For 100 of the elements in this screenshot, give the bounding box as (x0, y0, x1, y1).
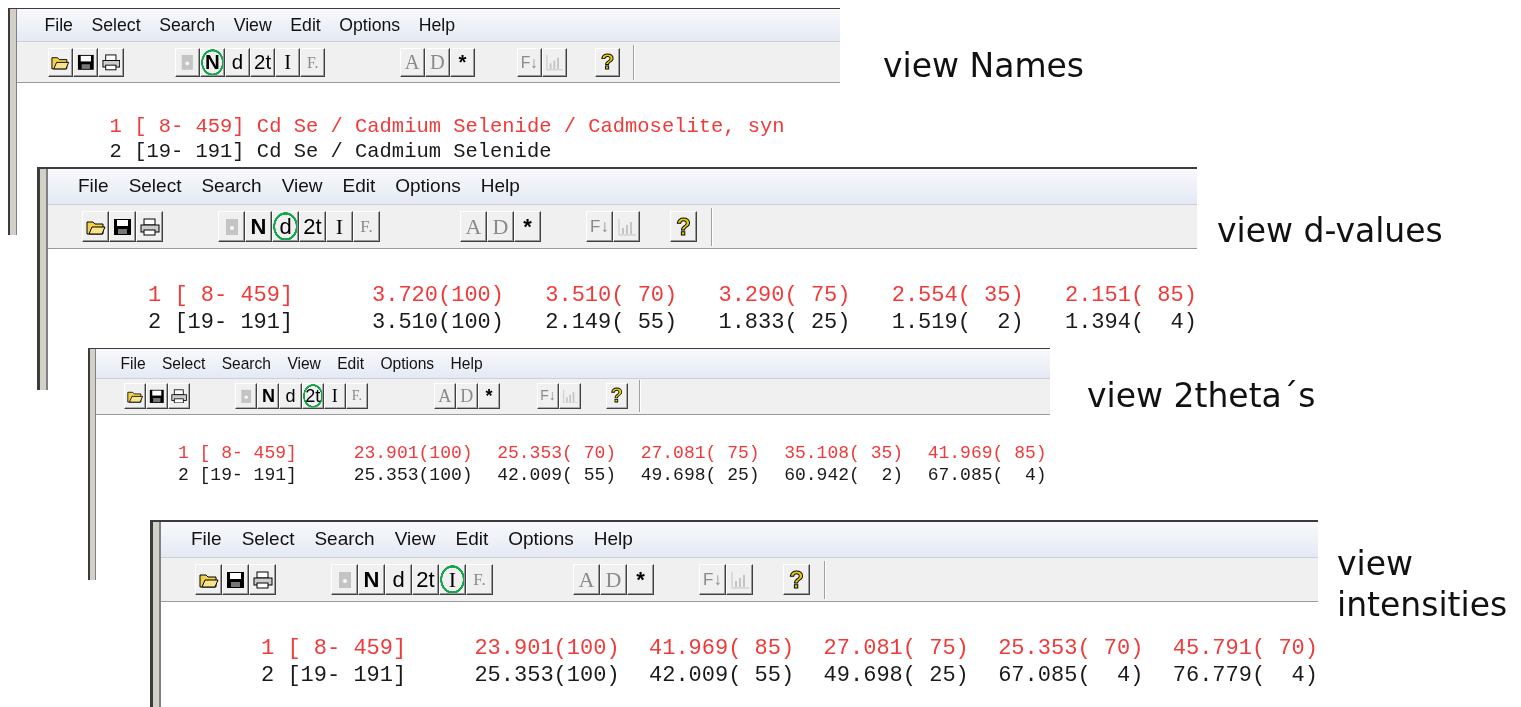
row-number: 2 (177, 463, 189, 486)
peak-value: 25.353(100) (352, 463, 473, 486)
menu-item[interactable]: File (112, 351, 154, 375)
menu-item[interactable]: File (181, 525, 232, 554)
peak-value: 1.519( 2) (890, 309, 1024, 336)
row-number: 1 (177, 441, 189, 464)
toolbar-button[interactable]: * (627, 564, 654, 595)
peak-value: 2.151( 85) (1063, 282, 1197, 309)
peak-value: 23.901(100) (352, 441, 473, 464)
menu-item[interactable]: Help (583, 525, 643, 554)
peak-value: 27.081( 75) (822, 635, 969, 662)
menu-item[interactable]: View (224, 12, 281, 39)
toolbar-button[interactable]: 2t (299, 211, 326, 242)
toolbar-button[interactable] (48, 48, 74, 77)
toolbar-button[interactable] (195, 564, 222, 595)
toolbar-button[interactable]: N (245, 211, 272, 242)
row-number: 2 (148, 309, 162, 336)
toolbar-button[interactable]: d (224, 48, 250, 77)
peak-value: 3.290( 75) (717, 282, 851, 309)
toolbar-button[interactable]: I (323, 383, 346, 409)
menu-item[interactable]: Edit (445, 525, 499, 554)
phase-name: Cd Se / Cadmium Selenide / Cadmoselite, syn (256, 114, 785, 140)
menu-item[interactable]: Help (470, 172, 530, 201)
bar-chart-icon (561, 388, 579, 404)
caption-text: view intensities (1337, 543, 1509, 626)
toolbar-button[interactable] (98, 48, 124, 77)
toolbar-button[interactable]: 2t (412, 564, 439, 595)
card-reference: [ 8- 459] (287, 635, 408, 662)
menu-item[interactable]: Options (372, 351, 443, 375)
menu-item[interactable]: View (384, 525, 446, 554)
menu-item[interactable]: File (35, 12, 83, 39)
peak-value: 41.969( 85) (648, 635, 795, 662)
row-number: 1 (109, 114, 122, 140)
toolbar-button[interactable] (136, 211, 163, 242)
printer-icon (170, 388, 188, 404)
menu-item[interactable]: Search (149, 12, 225, 39)
card-reference: [19- 191] (287, 662, 408, 689)
menu-item[interactable]: Edit (281, 12, 330, 39)
toolbar-button[interactable]: * (477, 383, 500, 409)
row-number: 1 (261, 635, 275, 662)
menu-item[interactable]: Options (385, 172, 471, 201)
toolbar-button[interactable]: I (275, 48, 301, 77)
peak-value: 49.698( 25) (639, 463, 760, 486)
printer-icon (252, 570, 273, 589)
toolbar-button[interactable]: d (385, 564, 412, 595)
toolbar-button[interactable] (73, 48, 99, 77)
peak-value: 3.510(100) (371, 309, 505, 336)
row-number: 2 (261, 662, 275, 689)
toolbar-button[interactable] (123, 383, 146, 409)
peak-value: 23.901(100) (473, 635, 620, 662)
toolbar-button[interactable] (222, 564, 249, 595)
menu-item[interactable]: Select (231, 525, 305, 554)
toolbar-button[interactable]: N (199, 48, 225, 77)
toolbar-button[interactable] (249, 564, 276, 595)
toolbar-button[interactable]: 2t (250, 48, 276, 77)
menu-item[interactable]: Select (118, 172, 192, 201)
peak-value: 67.085( 4) (997, 662, 1144, 689)
menu-item[interactable]: View (279, 351, 330, 375)
peak-value: 67.085( 4) (926, 463, 1047, 486)
caption-text: view d-values (1217, 210, 1443, 252)
card-reference: [ 8- 459] (134, 114, 245, 140)
menu-item[interactable]: Options (498, 525, 584, 554)
menu-item[interactable]: View (271, 172, 333, 201)
menu-item[interactable]: Search (213, 351, 280, 375)
toolbar-button[interactable] (145, 383, 168, 409)
toolbar-button[interactable]: N (358, 564, 385, 595)
toolbar-button[interactable] (109, 211, 136, 242)
card-reference: [19- 191] (134, 139, 245, 165)
printer-icon (101, 54, 121, 71)
menu-item[interactable]: File (68, 172, 119, 201)
menu-item[interactable]: Help (409, 12, 465, 39)
toolbar-button[interactable]: I (439, 564, 466, 595)
toolbar-button[interactable]: d (279, 383, 302, 409)
toolbar-button[interactable]: * (449, 48, 476, 77)
menu-item[interactable]: Edit (332, 172, 386, 201)
menu-item[interactable]: Help (442, 351, 491, 375)
printer-icon (139, 217, 160, 236)
menu-item[interactable]: Options (330, 12, 410, 39)
phase-name: Cd Se / Cadmium Selenide (256, 139, 552, 165)
toolbar-button[interactable]: * (514, 211, 541, 242)
toolbar-button[interactable]: d (272, 211, 299, 242)
peak-value: 3.720(100) (371, 282, 505, 309)
toolbar-button[interactable]: I (326, 211, 353, 242)
card-reference: [19- 191] (174, 309, 295, 336)
menu-item[interactable]: Select (153, 351, 214, 375)
toolbar-button[interactable]: 2t (301, 383, 324, 409)
menu-item[interactable]: Select (82, 12, 150, 39)
toolbar-button[interactable]: N (257, 383, 280, 409)
toolbar-button[interactable] (82, 211, 109, 242)
menu-item[interactable]: Search (304, 525, 385, 554)
card-reference: [ 8- 459] (174, 282, 295, 309)
peak-value: 42.009( 55) (648, 662, 795, 689)
peak-value: 42.009( 55) (496, 463, 617, 486)
menu-item[interactable]: Edit (329, 351, 373, 375)
menu-item[interactable]: Search (191, 172, 272, 201)
peak-value: 2.149( 55) (544, 309, 678, 336)
peak-value: 1.833( 25) (717, 309, 851, 336)
bar-chart-icon (729, 570, 750, 589)
caption-text: view 2theta´s (1087, 375, 1316, 417)
toolbar-button[interactable] (168, 383, 191, 409)
